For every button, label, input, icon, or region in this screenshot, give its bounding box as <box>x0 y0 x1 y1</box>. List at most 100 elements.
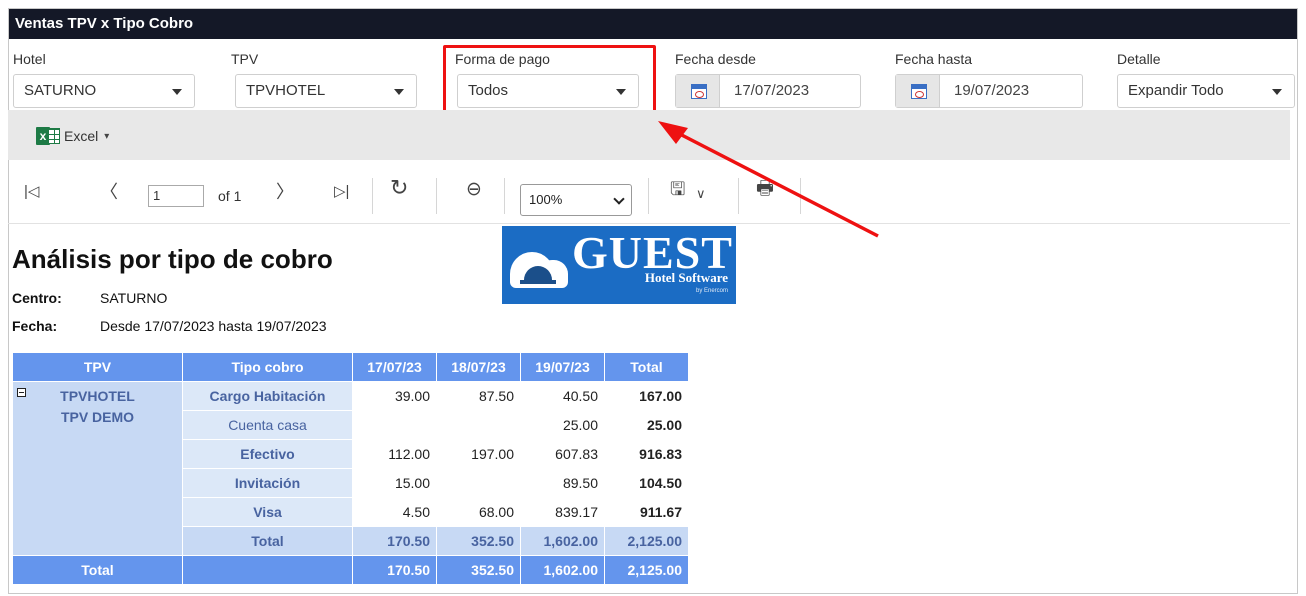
total-cell: 25.00 <box>604 410 689 440</box>
logo-subtitle: Hotel Software <box>644 270 728 285</box>
value-cell: 39.00 <box>352 381 437 411</box>
window-title: Ventas TPV x Tipo Cobro <box>9 9 1297 39</box>
subtotal-cell: 2,125.00 <box>604 526 689 556</box>
table-row: TPVHOTEL TPV DEMO Cargo Habitación 39.00… <box>12 381 689 556</box>
refresh-icon[interactable]: ↻ <box>390 177 408 199</box>
calendar-button[interactable] <box>676 75 720 107</box>
chevron-down-icon <box>1272 89 1282 95</box>
next-page-icon[interactable]: 〉 <box>276 182 294 202</box>
back-icon[interactable]: ⊖ <box>466 180 482 200</box>
value-cell: 112.00 <box>352 439 437 469</box>
subtotal-cell: 170.50 <box>352 526 437 556</box>
value-cell <box>436 468 521 498</box>
tipo-cobro-cell: Visa <box>182 497 353 527</box>
tpv-name: TPVHOTEL <box>60 388 135 404</box>
tpv-select[interactable]: TPVHOTEL <box>235 74 417 108</box>
fecha-desde-label: Fecha desde <box>675 51 756 67</box>
table-header-row: TPV Tipo cobro 17/07/23 18/07/23 19/07/2… <box>12 352 689 382</box>
value-cell: 839.17 <box>520 497 605 527</box>
zoom-select[interactable]: 100% <box>520 184 632 216</box>
centro-label: Centro: <box>12 290 62 306</box>
header-cell: Total <box>604 352 689 382</box>
header-cell: 19/07/23 <box>520 352 605 382</box>
detalle-label: Detalle <box>1117 51 1161 67</box>
grandtotal-cell: 1,602.00 <box>520 555 605 585</box>
fecha-hasta-value: 19/07/2023 <box>954 82 1030 99</box>
value-cell: 89.50 <box>520 468 605 498</box>
hotel-label: Hotel <box>13 51 46 67</box>
previous-page-icon[interactable]: 〈 <box>100 182 118 202</box>
hotel-select-value: SATURNO <box>24 82 97 99</box>
value-cell: 87.50 <box>436 381 521 411</box>
zoom-value: 100% <box>529 192 563 207</box>
fecha-desde-value: 17/07/2023 <box>734 82 810 99</box>
tipo-cobro-cell: Cuenta casa <box>182 410 353 440</box>
tipo-cobro-cell: Cargo Habitación <box>182 381 353 411</box>
value-cell: 68.00 <box>436 497 521 527</box>
tipo-cobro-cell: Invitación <box>182 468 353 498</box>
grandtotal-label: Total <box>12 555 183 585</box>
grandtotal-cell: 170.50 <box>352 555 437 585</box>
excel-label: Excel <box>64 128 99 144</box>
tpv-name: TPV DEMO <box>60 409 135 425</box>
value-cell: 15.00 <box>352 468 437 498</box>
export-bar: x Excel ▾ <box>8 110 1290 160</box>
report-title: Análisis por tipo de cobro <box>12 244 333 274</box>
collapse-icon[interactable] <box>17 388 26 397</box>
guest-logo: GUEST Hotel Software by Enercom <box>502 226 736 304</box>
value-cell: 25.00 <box>520 410 605 440</box>
tpv-label: TPV <box>231 51 259 67</box>
header-cell: 18/07/23 <box>436 352 521 382</box>
subtotal-cell: 1,602.00 <box>520 526 605 556</box>
subtotal-cell: 352.50 <box>436 526 521 556</box>
header-cell: 17/07/23 <box>352 352 437 382</box>
calendar-button[interactable] <box>896 75 940 107</box>
tipo-cobro-cell: Efectivo <box>182 439 353 469</box>
total-cell: 104.50 <box>604 468 689 498</box>
highlight-box <box>443 45 656 116</box>
value-cell: 607.83 <box>520 439 605 469</box>
fecha-label: Fecha: <box>12 318 58 334</box>
total-cell: 916.83 <box>604 439 689 469</box>
grandtotal-empty-cell <box>182 555 353 585</box>
value-cell <box>352 410 437 440</box>
hotel-select[interactable]: SATURNO <box>13 74 195 108</box>
print-icon[interactable]: 🖶 <box>756 179 774 199</box>
grandtotal-row: Total 170.50 352.50 1,602.00 2,125.00 <box>12 555 689 585</box>
value-cell: 40.50 <box>520 381 605 411</box>
value-cell: 4.50 <box>352 497 437 527</box>
grandtotal-cell: 2,125.00 <box>604 555 689 585</box>
fecha-hasta-field[interactable]: 19/07/2023 <box>895 74 1083 108</box>
tpv-select-value: TPVHOTEL <box>246 82 326 99</box>
excel-export-button[interactable]: x Excel ▾ <box>36 124 109 148</box>
value-cell <box>436 410 521 440</box>
fecha-desde-field[interactable]: 17/07/2023 <box>675 74 861 108</box>
detalle-select-value: Expandir Todo <box>1128 82 1224 99</box>
header-cell: Tipo cobro <box>182 352 353 382</box>
calendar-icon <box>691 84 707 99</box>
report-page: Análisis por tipo de cobro Centro: SATUR… <box>8 224 1290 586</box>
excel-icon: x <box>36 125 60 147</box>
total-cell: 911.67 <box>604 497 689 527</box>
centro-value: SATURNO <box>100 290 168 306</box>
page-number-input[interactable]: 1 <box>148 185 204 207</box>
chevron-down-icon: ▾ <box>104 130 110 142</box>
logo-by: by Enercom <box>695 288 728 294</box>
fecha-hasta-label: Fecha hasta <box>895 51 973 67</box>
page-count-label: of 1 <box>218 188 242 204</box>
chevron-down-icon[interactable]: ∨ <box>696 184 706 204</box>
chevron-down-icon <box>172 89 182 95</box>
calendar-icon <box>911 84 927 99</box>
report-toolbar: |◁ 〈 1 of 1 〉 ▷| ↻ ⊖ 100% 🖫 ∨ 🖶 <box>8 162 1290 224</box>
fecha-value: Desde 17/07/2023 hasta 19/07/2023 <box>100 318 327 334</box>
grandtotal-cell: 352.50 <box>436 555 521 585</box>
tpv-group-cell: TPVHOTEL TPV DEMO <box>12 381 183 556</box>
chevron-down-icon <box>394 89 404 95</box>
subtotal-label: Total <box>182 526 353 556</box>
last-page-icon[interactable]: ▷| <box>334 182 349 202</box>
chevron-down-icon <box>613 193 625 205</box>
save-icon[interactable]: 🖫 <box>670 179 685 199</box>
header-cell: TPV <box>12 352 183 382</box>
first-page-icon[interactable]: |◁ <box>24 182 39 202</box>
detalle-select[interactable]: Expandir Todo <box>1117 74 1295 108</box>
